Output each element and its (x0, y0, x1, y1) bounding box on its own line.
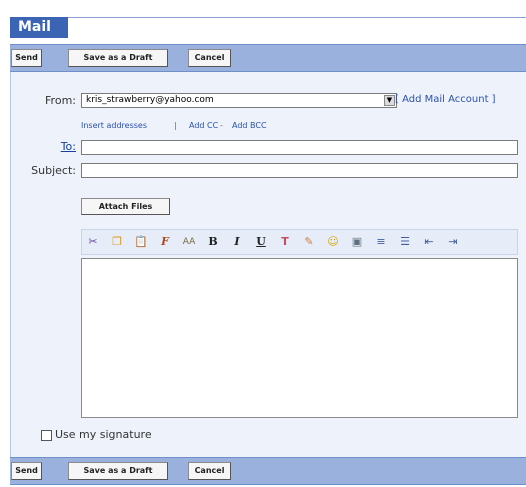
from-value: kris_strawberry@yahoo.com (86, 95, 214, 105)
add-mail-account-link[interactable]: [ Add Mail Account ] (395, 94, 496, 105)
list-icon[interactable]: ☰ (398, 235, 412, 249)
link-separator: | (174, 121, 177, 130)
bold-icon[interactable]: B (206, 235, 220, 249)
signature-checkbox[interactable] (41, 429, 52, 441)
send-button[interactable]: Send (11, 49, 42, 67)
align-icon[interactable]: ≡ (374, 235, 388, 249)
save-draft-button[interactable]: Save as a Draft (68, 49, 168, 67)
subject-label: Subject: (31, 164, 76, 177)
mail-title: Mail (10, 17, 68, 38)
signature-label: Use my signature (55, 428, 152, 441)
subject-field[interactable] (81, 163, 518, 178)
font-size-icon[interactable]: AA (182, 235, 196, 249)
insert-addresses-link[interactable]: Insert addresses (81, 121, 147, 130)
add-bcc-link[interactable]: Add BCC (232, 121, 267, 130)
cancel-button-bottom[interactable]: Cancel (188, 462, 231, 480)
add-cc-link[interactable]: Add CC (189, 121, 218, 130)
italic-icon[interactable]: I (230, 235, 244, 249)
image-icon[interactable]: ▣ (350, 235, 364, 249)
highlight-icon[interactable]: ✎ (302, 235, 316, 249)
message-body-editor[interactable] (81, 258, 518, 418)
cut-icon[interactable]: ✂ (86, 235, 100, 249)
chevron-down-icon[interactable]: ▼ (384, 95, 395, 106)
bottom-toolbar: Send Save as a Draft Cancel (10, 457, 526, 485)
text-color-icon[interactable]: T (278, 235, 292, 249)
from-label: From: (45, 94, 76, 107)
copy-icon[interactable]: ❐ (110, 235, 124, 249)
underline-icon[interactable]: U (254, 235, 268, 249)
to-label: To: (32, 140, 76, 153)
title-divider (68, 17, 526, 18)
font-icon[interactable]: F (158, 235, 172, 249)
editor-toolbar: ✂ ❐ 📋 F AA B I U T ✎ ☺ ▣ ≡ ☰ ⇤ ⇥ (81, 229, 518, 255)
paste-icon[interactable]: 📋 (134, 235, 148, 249)
to-field[interactable] (81, 140, 518, 155)
send-button-bottom[interactable]: Send (11, 462, 42, 480)
save-draft-button-bottom[interactable]: Save as a Draft (68, 462, 168, 480)
indent-icon[interactable]: ⇥ (446, 235, 460, 249)
attach-files-button[interactable]: Attach Files (81, 198, 170, 215)
emoticon-icon[interactable]: ☺ (326, 235, 340, 249)
from-select[interactable]: kris_strawberry@yahoo.com ▼ (81, 93, 397, 108)
to-link[interactable]: To: (61, 140, 76, 153)
top-toolbar: Send Save as a Draft Cancel (10, 44, 526, 72)
cancel-button[interactable]: Cancel (188, 49, 231, 67)
outdent-icon[interactable]: ⇤ (422, 235, 436, 249)
cc-bcc-separator: - (220, 121, 223, 130)
signature-option[interactable]: Use my signature (41, 428, 152, 441)
